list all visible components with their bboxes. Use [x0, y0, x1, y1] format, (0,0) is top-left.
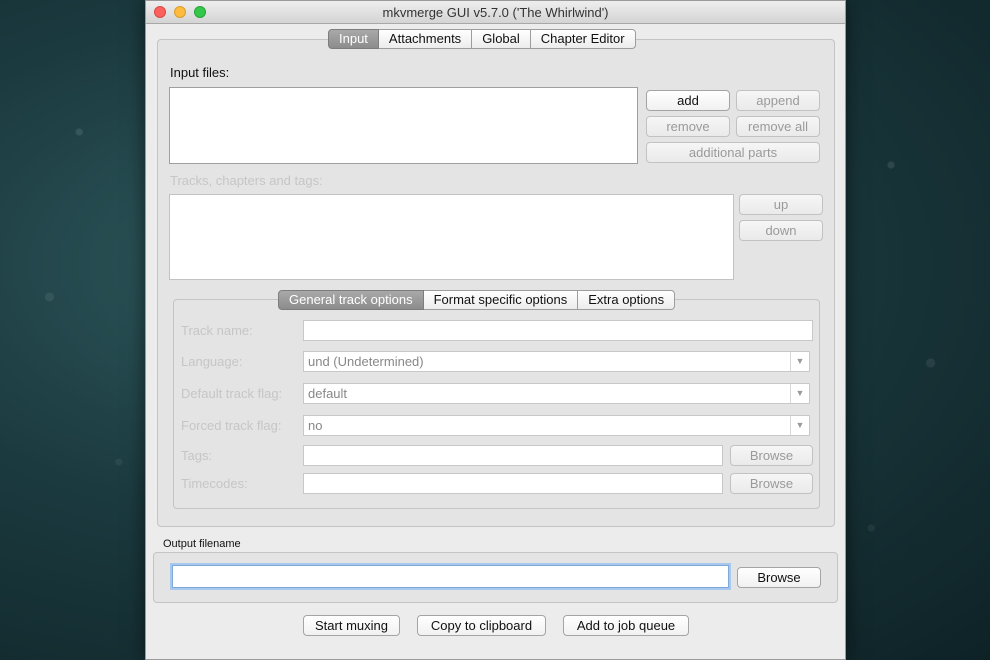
chevron-down-icon: ▼	[790, 352, 809, 371]
title-bar[interactable]: mkvmerge GUI v5.7.0 ('The Whirlwind')	[146, 1, 845, 24]
tab-general-track-options[interactable]: General track options	[278, 290, 424, 310]
add-to-job-queue-button[interactable]: Add to job queue	[563, 615, 689, 636]
remove-all-button[interactable]: remove all	[736, 116, 820, 137]
tracks-list[interactable]	[169, 194, 734, 280]
track-name-field[interactable]	[303, 320, 813, 341]
tab-attachments[interactable]: Attachments	[378, 29, 473, 49]
timecodes-browse-button[interactable]: Browse	[730, 473, 813, 494]
output-filename-field[interactable]	[172, 565, 729, 588]
output-browse-button[interactable]: Browse	[737, 567, 821, 588]
language-select[interactable]: und (Undetermined) ▼	[303, 351, 810, 372]
default-track-flag-value: default	[308, 386, 348, 401]
forced-track-flag-value: no	[308, 418, 323, 433]
output-filename-label: Output filename	[163, 538, 241, 550]
input-files-list[interactable]	[169, 87, 638, 164]
tab-input[interactable]: Input	[328, 29, 379, 49]
tab-extra-options[interactable]: Extra options	[578, 290, 676, 310]
forced-track-flag-label: Forced track flag:	[181, 418, 282, 433]
language-select-value: und (Undetermined)	[308, 354, 424, 369]
copy-to-clipboard-button[interactable]: Copy to clipboard	[417, 615, 546, 636]
tracks-label: Tracks, chapters and tags:	[170, 173, 323, 188]
default-track-flag-select[interactable]: default ▼	[303, 383, 810, 404]
timecodes-field[interactable]	[303, 473, 723, 494]
start-muxing-button[interactable]: Start muxing	[303, 615, 400, 636]
default-track-flag-label: Default track flag:	[181, 386, 283, 401]
input-files-label: Input files:	[170, 65, 230, 80]
forced-track-flag-select[interactable]: no ▼	[303, 415, 810, 436]
window-title: mkvmerge GUI v5.7.0 ('The Whirlwind')	[382, 5, 609, 20]
tags-label: Tags:	[181, 448, 213, 463]
track-name-label: Track name:	[181, 323, 253, 338]
chevron-down-icon: ▼	[790, 416, 809, 435]
timecodes-label: Timecodes:	[181, 476, 248, 491]
main-tab-bar: Input Attachments Global Chapter Editor	[328, 29, 636, 49]
append-button[interactable]: append	[736, 90, 820, 111]
remove-button[interactable]: remove	[646, 116, 730, 137]
track-tab-bar: General track options Format specific op…	[278, 290, 676, 310]
down-button[interactable]: down	[739, 220, 823, 241]
tab-format-specific-options[interactable]: Format specific options	[423, 290, 579, 310]
additional-parts-button[interactable]: additional parts	[646, 142, 820, 163]
add-button[interactable]: add	[646, 90, 730, 111]
tags-browse-button[interactable]: Browse	[730, 445, 813, 466]
tags-field[interactable]	[303, 445, 723, 466]
tab-chapter-editor[interactable]: Chapter Editor	[530, 29, 636, 49]
up-button[interactable]: up	[739, 194, 823, 215]
tab-global[interactable]: Global	[472, 29, 531, 49]
chevron-down-icon: ▼	[790, 384, 809, 403]
app-window: mkvmerge GUI v5.7.0 ('The Whirlwind') In…	[145, 0, 846, 660]
language-label: Language:	[181, 354, 243, 369]
